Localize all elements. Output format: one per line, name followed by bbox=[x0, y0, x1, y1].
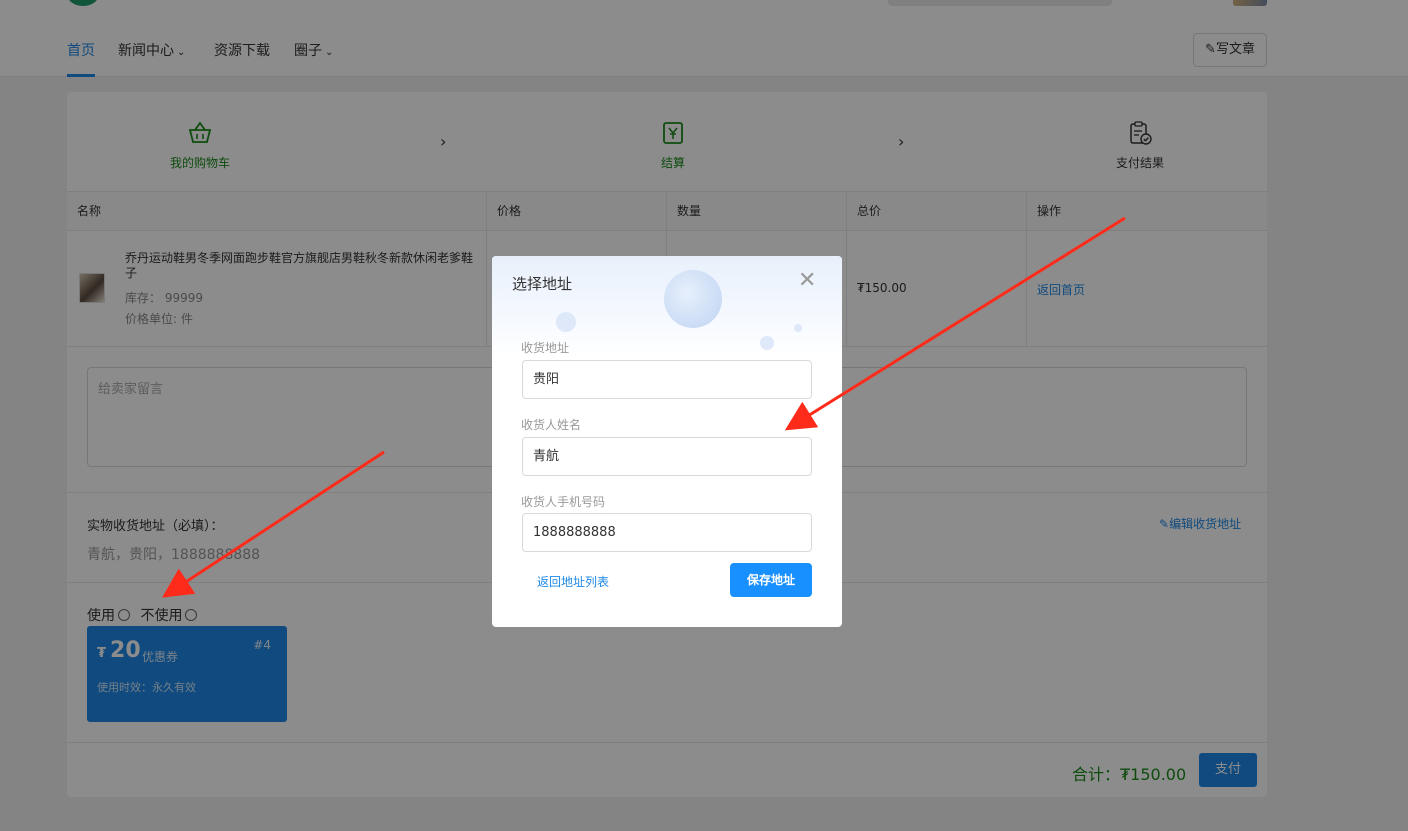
receiver-phone-label: 收货人手机号码 bbox=[521, 495, 606, 509]
receiver-name-input[interactable]: 青航 bbox=[522, 437, 812, 476]
back-to-address-list-link[interactable]: 返回地址列表 bbox=[537, 573, 609, 590]
receiver-name-label: 收货人姓名 bbox=[521, 418, 582, 432]
close-icon[interactable]: ✕ bbox=[798, 270, 816, 292]
address-field-label: 收货地址 bbox=[521, 341, 570, 355]
bubble-decoration bbox=[794, 324, 802, 332]
bubble-decoration bbox=[760, 336, 774, 350]
address-input[interactable]: 贵阳 bbox=[522, 360, 812, 399]
save-address-button[interactable]: 保存地址 bbox=[730, 563, 812, 597]
moon-decoration bbox=[664, 270, 722, 328]
select-address-dialog: 选择地址 ✕ 收货地址 贵阳 收货人姓名 青航 收货人手机号码 18888888… bbox=[492, 256, 842, 627]
receiver-phone-input[interactable]: 1888888888 bbox=[522, 513, 812, 552]
bubble-decoration bbox=[556, 312, 576, 332]
dialog-title: 选择地址 bbox=[512, 275, 573, 293]
